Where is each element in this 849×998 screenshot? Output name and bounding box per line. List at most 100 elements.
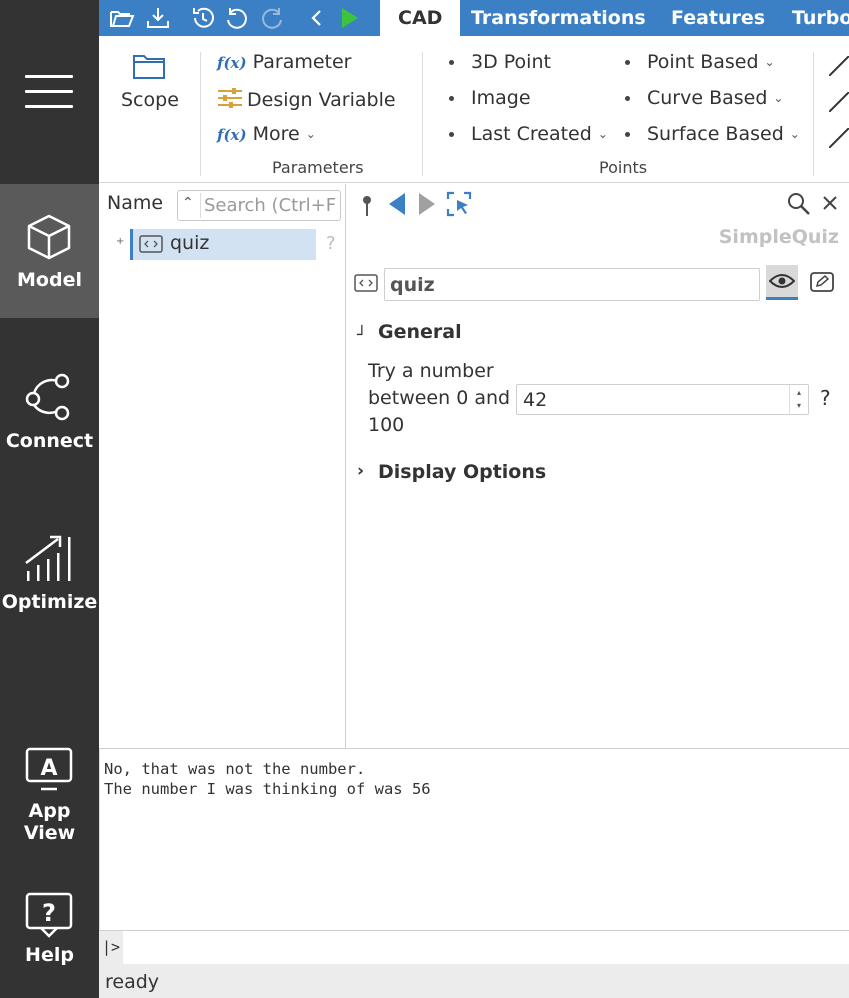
tab-transformations[interactable]: Transformations: [471, 0, 646, 36]
pin-icon[interactable]: [359, 194, 375, 218]
last-created-dropdown[interactable]: Last Created ⌄: [471, 123, 608, 145]
design-variable-button[interactable]: Design Variable: [217, 87, 396, 111]
function-icon: f(x): [217, 126, 247, 144]
left-nav: Model Connect Optimize A App View ? Help: [0, 0, 99, 998]
function-icon: f(x): [217, 54, 247, 72]
design-variable-label: Design Variable: [247, 89, 396, 111]
edit-icon[interactable]: [809, 271, 835, 293]
expand-icon[interactable]: +: [116, 236, 124, 247]
3d-point-button[interactable]: 3D Point: [471, 51, 551, 73]
bullet-icon: [449, 60, 454, 65]
tree-item-help-icon[interactable]: ?: [326, 233, 336, 254]
tree-item-quiz[interactable]: quiz: [130, 229, 316, 260]
bullet-icon: [625, 132, 630, 137]
spin-arrows[interactable]: ▴ ▾: [789, 385, 808, 414]
script-object-icon: [354, 274, 378, 292]
line-icon[interactable]: [829, 128, 849, 148]
ribbon-divider: [422, 52, 423, 176]
last-created-label: Last Created: [471, 123, 592, 145]
nav-item-connect[interactable]: Connect: [0, 318, 99, 468]
command-input[interactable]: [125, 933, 840, 962]
tree-search-box: ⌃: [177, 190, 341, 221]
surface-based-dropdown[interactable]: Surface Based ⌄: [647, 123, 800, 145]
console-text: No, that was not the number. The number …: [104, 759, 431, 799]
search-icon[interactable]: [787, 192, 811, 216]
top-toolbar: CAD Transformations Features Turbo: [99, 0, 849, 36]
curve-based-label: Curve Based: [647, 87, 768, 109]
general-section-header[interactable]: General: [378, 321, 462, 343]
nav-item-app-view[interactable]: A App View: [0, 735, 99, 844]
undo-icon[interactable]: [224, 5, 250, 31]
sliders-icon: [218, 88, 242, 108]
nav-item-label: Optimize: [1, 591, 98, 613]
expand-chevron-icon[interactable]: ›: [357, 461, 364, 481]
app-view-icon: A: [25, 747, 73, 791]
close-icon[interactable]: [822, 195, 838, 211]
point-based-label: Point Based: [647, 51, 759, 73]
chevron-down-icon: ⌄: [764, 55, 775, 69]
ribbon: Scope f(x) Parameter Design Variable f(x…: [99, 36, 849, 183]
parameters-group-label: Parameters: [272, 158, 364, 177]
status-bar: ready: [99, 964, 849, 998]
back-icon[interactable]: [304, 5, 330, 31]
previous-icon[interactable]: [387, 192, 407, 216]
nav-item-optimize[interactable]: Optimize: [0, 515, 99, 635]
more-label: More: [252, 123, 300, 145]
tab-cad[interactable]: CAD: [380, 0, 461, 36]
line-icon[interactable]: [829, 56, 849, 76]
nav-item-help[interactable]: ? Help: [0, 880, 99, 980]
nav-item-model[interactable]: Model: [0, 184, 99, 318]
image-button[interactable]: Image: [471, 87, 531, 109]
tree-search-input[interactable]: [200, 193, 338, 218]
cube-icon: [27, 214, 71, 260]
bullet-icon: [625, 96, 630, 101]
history-icon[interactable]: [190, 5, 216, 31]
ribbon-divider: [813, 52, 814, 176]
visibility-toggle[interactable]: [766, 265, 798, 300]
parameter-button[interactable]: f(x) Parameter: [217, 51, 352, 73]
number-input[interactable]: [517, 385, 787, 414]
tree-item-label: quiz: [170, 232, 210, 254]
command-line: |>: [99, 930, 849, 964]
tab-features[interactable]: Features: [671, 0, 765, 36]
open-folder-icon[interactable]: [109, 5, 135, 31]
script-object-icon: [139, 235, 163, 253]
download-icon[interactable]: [145, 5, 171, 31]
parameter-label: Parameter: [252, 51, 352, 73]
select-icon[interactable]: [446, 191, 472, 217]
bullet-icon: [449, 96, 454, 101]
point-based-dropdown[interactable]: Point Based ⌄: [647, 51, 775, 73]
object-name-input[interactable]: [384, 268, 760, 301]
hamburger-menu-icon[interactable]: [25, 73, 73, 109]
bullet-icon: [625, 60, 630, 65]
command-prompt: |>: [99, 931, 123, 964]
number-field-label: Try a number between 0 and 100: [368, 360, 511, 436]
properties-panel: SimpleQuiz ┘ General Try a number betwee…: [347, 184, 849, 748]
scope-button[interactable]: Scope: [113, 48, 183, 118]
folder-icon: [133, 55, 165, 79]
curve-based-dropdown[interactable]: Curve Based ⌄: [647, 87, 783, 109]
more-dropdown[interactable]: f(x) More ⌄: [217, 123, 316, 145]
display-options-header[interactable]: Display Options: [378, 461, 546, 483]
points-group-label: Points: [599, 158, 648, 177]
run-icon[interactable]: [336, 5, 362, 31]
chevron-down-icon: ⌄: [597, 127, 608, 141]
console-line: The number I was thinking of was 56: [104, 780, 431, 798]
console-output: No, that was not the number. The number …: [99, 748, 849, 930]
bullet-icon: [449, 132, 454, 137]
nav-item-label: App View: [23, 800, 76, 844]
next-icon[interactable]: [417, 192, 437, 216]
chevron-down-icon: ⌄: [773, 91, 784, 105]
tab-turbo[interactable]: Turbo: [792, 0, 849, 36]
line-icon[interactable]: [829, 92, 849, 112]
number-spinbox[interactable]: ▴▾: [516, 384, 809, 415]
nav-item-label: Help: [25, 944, 74, 966]
chevron-up-icon[interactable]: ⌃: [182, 195, 194, 211]
connect-icon: [25, 373, 70, 421]
object-type-title: SimpleQuiz: [718, 226, 839, 248]
field-help-icon[interactable]: ?: [820, 386, 831, 410]
redo-icon[interactable]: [259, 5, 285, 31]
surface-based-label: Surface Based: [647, 123, 784, 145]
eye-icon: [769, 274, 795, 288]
collapse-icon[interactable]: ┘: [357, 325, 367, 344]
